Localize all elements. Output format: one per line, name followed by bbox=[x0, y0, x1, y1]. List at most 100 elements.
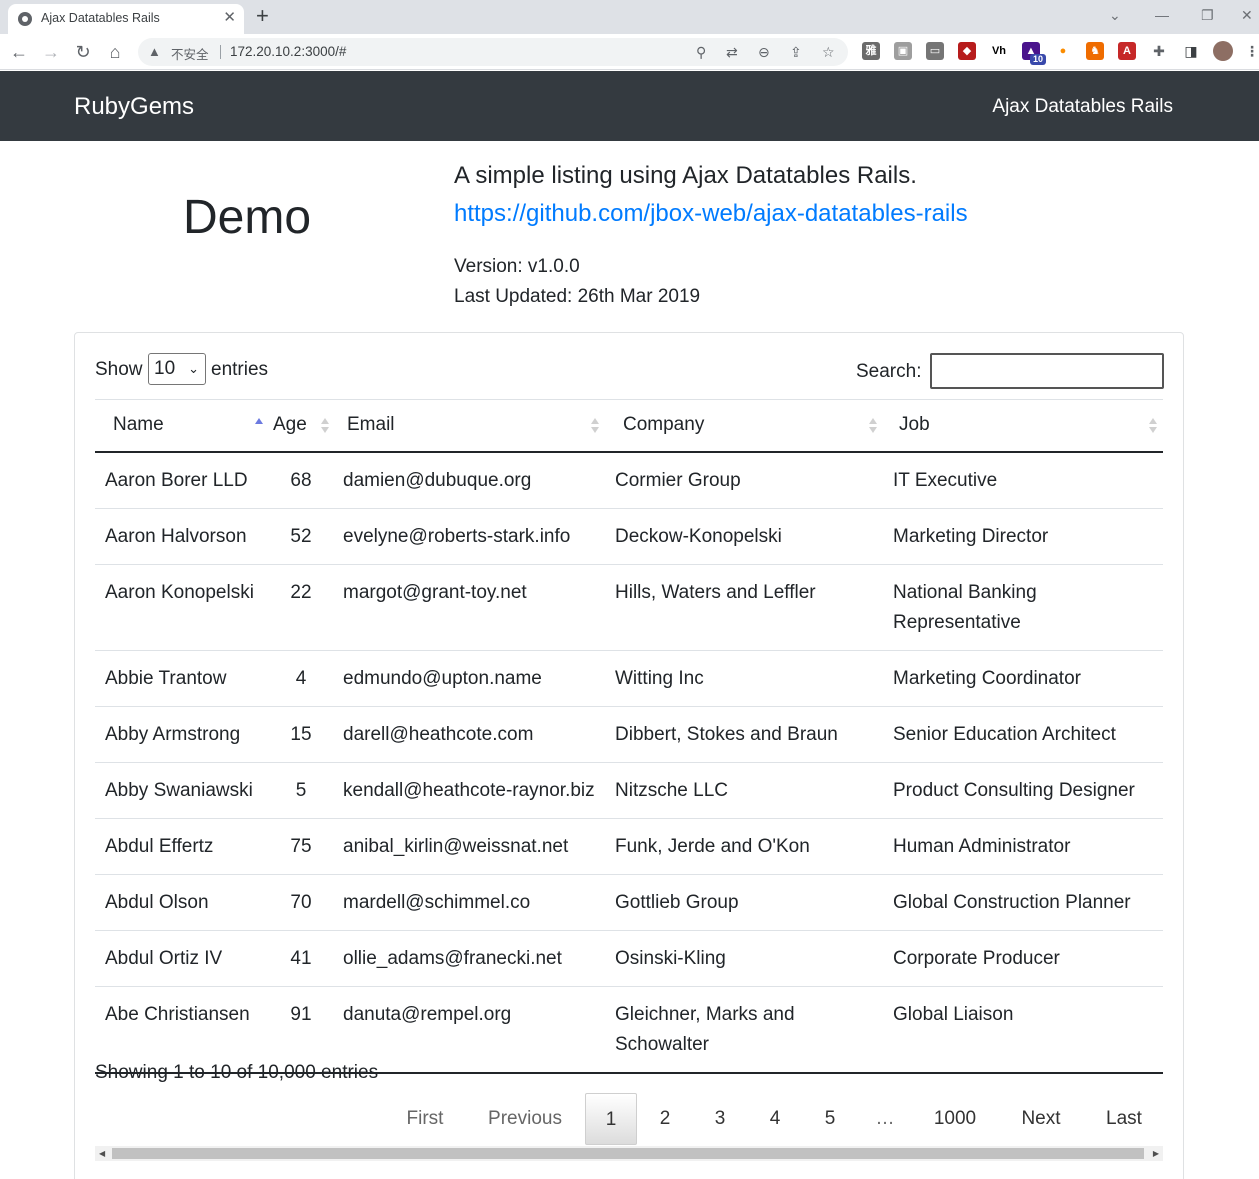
cell-job: National Banking Representative bbox=[883, 563, 1163, 650]
nav-link-ajax-datatables[interactable]: Ajax Datatables Rails bbox=[992, 96, 1173, 118]
sort-up-icon bbox=[255, 418, 263, 434]
arrow-left-icon[interactable]: ← bbox=[7, 40, 31, 64]
horizontal-scrollbar[interactable]: ◀ ▶ bbox=[95, 1146, 1163, 1161]
minimize-icon[interactable]: — bbox=[1155, 6, 1169, 24]
reload-icon[interactable]: ↻ bbox=[71, 40, 95, 64]
close-window-icon[interactable]: ✕ bbox=[1241, 6, 1253, 24]
column-header-company[interactable]: Company bbox=[605, 399, 883, 453]
column-header-label: Company bbox=[623, 414, 705, 436]
cell-email: margot@grant-toy.net bbox=[333, 563, 605, 650]
entries-length-select[interactable]: 10 ⌄ bbox=[148, 353, 206, 385]
restore-icon[interactable]: ❐ bbox=[1201, 6, 1214, 24]
column-header-email[interactable]: Email bbox=[333, 399, 605, 453]
table-body: Aaron Borer LLD 68 damien@dubuque.org Cormi… bbox=[95, 452, 1163, 1072]
version-text: Version: v1.0.0 bbox=[454, 256, 580, 277]
pdf-icon[interactable]: A bbox=[1118, 42, 1136, 60]
avatar[interactable] bbox=[1213, 41, 1233, 61]
table-row: Abdul Effertz 75 anibal_kirlin@weissnat.ne… bbox=[95, 817, 1163, 874]
table-row: Aaron Halvorson 52 evelyne@roberts-stark.i… bbox=[95, 507, 1163, 564]
extension-dots-icon[interactable]: ● bbox=[1054, 42, 1072, 60]
pagination-previous[interactable]: Previous bbox=[475, 1093, 575, 1145]
cell-job: Global Construction Planner bbox=[883, 873, 1163, 930]
scroll-right-icon[interactable]: ▶ bbox=[1153, 1148, 1159, 1159]
cell-job: Human Administrator bbox=[883, 817, 1163, 874]
pagination-page-1[interactable]: 1 bbox=[585, 1093, 637, 1145]
cell-email: darell@heathcote.com bbox=[333, 705, 605, 762]
cell-name: Abe Christiansen bbox=[95, 985, 269, 1072]
github-link[interactable]: https://github.com/jbox-web/ajax-datatab… bbox=[454, 200, 968, 228]
pagination-last[interactable]: Last bbox=[1097, 1093, 1151, 1145]
tab-search-icon[interactable]: ⌄ bbox=[1109, 6, 1121, 24]
metamask-fox-icon[interactable]: ♞ bbox=[1086, 42, 1104, 60]
sort-both-icon bbox=[321, 418, 329, 434]
cell-email: anibal_kirlin@weissnat.net bbox=[333, 817, 605, 874]
extensions-puzzle-icon[interactable]: ✚ bbox=[1150, 42, 1168, 60]
extension-line-icon[interactable]: ▭ bbox=[926, 42, 944, 60]
omnibox-divider bbox=[220, 45, 221, 59]
close-tab-icon[interactable]: ✕ bbox=[223, 9, 236, 27]
table-header-row: Name Age Email Company Job bbox=[95, 399, 1163, 453]
column-header-age[interactable]: Age bbox=[269, 399, 333, 453]
cell-age: 4 bbox=[269, 649, 333, 706]
cell-company: Funk, Jerde and O'Kon bbox=[605, 817, 883, 874]
tab-title: Ajax Datatables Rails bbox=[41, 11, 160, 25]
cell-age: 5 bbox=[269, 761, 333, 818]
extension-badge: 10 bbox=[1030, 54, 1046, 65]
cell-name: Aaron Borer LLD bbox=[105, 469, 248, 491]
cell-job: Senior Education Architect bbox=[883, 705, 1163, 762]
cell-name: Abdul Ortiz IV bbox=[95, 929, 269, 986]
new-tab-icon[interactable]: + bbox=[256, 4, 269, 28]
warning-icon: ▲ bbox=[148, 44, 161, 59]
brand-link[interactable]: RubyGems bbox=[74, 93, 194, 121]
entries-label: entries bbox=[211, 359, 269, 380]
search-label: Search: bbox=[856, 361, 922, 382]
sort-both-icon bbox=[1149, 418, 1157, 434]
extension-ya-icon[interactable]: 雅 bbox=[862, 42, 880, 60]
pagination: First Previous 1 2 3 4 5 … 1000 Next Las… bbox=[75, 1093, 1183, 1145]
pagination-page-1000[interactable]: 1000 bbox=[923, 1093, 987, 1145]
table-row: Abby Armstrong 15 darell@heathcote.com Dibb… bbox=[95, 705, 1163, 762]
pagination-first[interactable]: First bbox=[393, 1093, 457, 1145]
browser-tab[interactable]: Ajax Datatables Rails ✕ bbox=[8, 4, 244, 34]
extension-image-icon[interactable]: ▣ bbox=[894, 42, 912, 60]
cell-age: 75 bbox=[269, 817, 333, 874]
entries-length-value: 10 bbox=[154, 358, 176, 379]
ublock-icon[interactable]: ◆ bbox=[958, 42, 976, 60]
arrow-right-icon[interactable]: → bbox=[39, 40, 63, 64]
bookmark-star-icon[interactable]: ☆ bbox=[822, 43, 835, 61]
column-header-job[interactable]: Job bbox=[883, 399, 1163, 453]
cell-email: danuta@rempel.org bbox=[333, 985, 605, 1072]
cell-company: Gleichner, Marks and Schowalter bbox=[605, 985, 883, 1072]
zoom-icon[interactable]: ⊖ bbox=[758, 43, 770, 61]
pagination-page-4[interactable]: 4 bbox=[755, 1093, 795, 1145]
column-header-label: Job bbox=[899, 414, 930, 436]
column-header-name[interactable]: Name bbox=[95, 399, 269, 453]
home-icon[interactable]: ⌂ bbox=[103, 40, 127, 64]
translate-icon[interactable]: ⇄ bbox=[726, 43, 738, 61]
extension-vh-icon[interactable]: Vh bbox=[990, 42, 1008, 60]
address-bar[interactable]: ▲ 不安全 172.20.10.2:3000/# ⚲ ⇄ ⊖ ⇪ ☆ bbox=[138, 38, 848, 66]
cell-name: Aaron Halvorson bbox=[95, 507, 269, 564]
cell-name: Aaron Konopelski bbox=[95, 563, 269, 650]
cell-name: Abbie Trantow bbox=[95, 649, 269, 706]
scroll-left-icon[interactable]: ◀ bbox=[99, 1148, 105, 1159]
cell-job: Product Consulting Designer bbox=[883, 761, 1163, 818]
url-text[interactable]: 172.20.10.2:3000/# bbox=[230, 44, 346, 59]
table-row: Abby Swaniawski 5 kendall@heathcote-raynor… bbox=[95, 761, 1163, 818]
table-row: Abdul Olson 70 mardell@schimmel.co Gottlieb… bbox=[95, 873, 1163, 930]
pagination-page-5[interactable]: 5 bbox=[810, 1093, 850, 1145]
pagination-next[interactable]: Next bbox=[1011, 1093, 1071, 1145]
side-panel-icon[interactable]: ◨ bbox=[1182, 42, 1200, 60]
chevron-down-icon: ⌄ bbox=[188, 361, 199, 376]
cell-email: evelyne@roberts-stark.info bbox=[333, 507, 605, 564]
table-row: Aaron Borer LLD 68 damien@dubuque.org Cormi… bbox=[95, 452, 1163, 509]
kebab-menu-icon[interactable]: ⋮ bbox=[1243, 42, 1259, 60]
cell-email: kendall@heathcote-raynor.biz bbox=[333, 761, 605, 818]
scrollbar-thumb[interactable] bbox=[112, 1148, 1144, 1159]
search-icon[interactable]: ⚲ bbox=[696, 43, 706, 61]
pagination-page-3[interactable]: 3 bbox=[700, 1093, 740, 1145]
pagination-ellipsis: … bbox=[875, 1108, 895, 1129]
search-input[interactable] bbox=[930, 353, 1164, 389]
pagination-page-2[interactable]: 2 bbox=[645, 1093, 685, 1145]
share-icon[interactable]: ⇪ bbox=[790, 43, 802, 61]
